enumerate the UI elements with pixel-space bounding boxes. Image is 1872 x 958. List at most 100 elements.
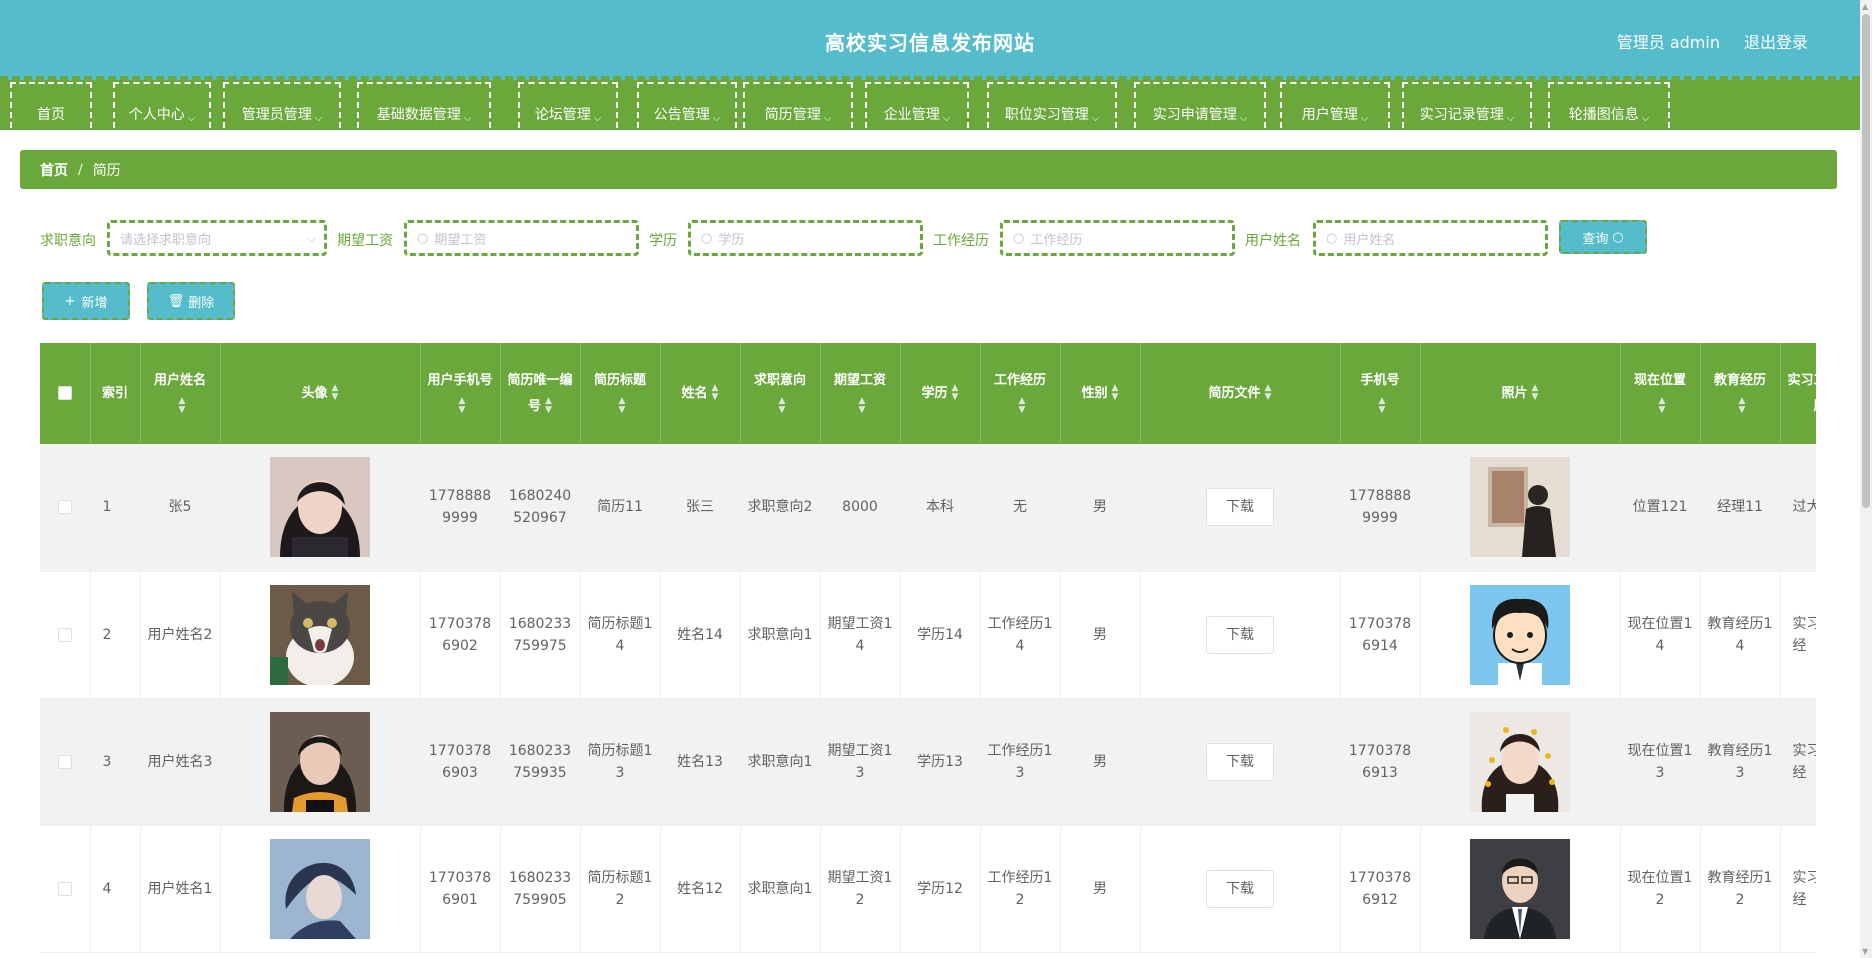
nav-item-forum[interactable]: 论坛管理 ⌵	[518, 82, 618, 128]
edu-input[interactable]: ○ 学历	[688, 220, 923, 256]
download-button[interactable]: 下载	[1206, 869, 1274, 908]
row-checkbox[interactable]	[57, 500, 72, 515]
col-resume-id[interactable]: 简历唯一编号 ▲ ▼	[500, 343, 581, 444]
nav-item-record[interactable]: 实习记录管理 ⌵	[1402, 82, 1532, 128]
nav-item-label: 首页	[37, 107, 65, 123]
sort-icon[interactable]: ▲ ▼	[779, 397, 786, 415]
sort-icon[interactable]: ▲ ▼	[1112, 384, 1119, 402]
col-photo[interactable]: 照片 ▲ ▼	[1420, 343, 1621, 444]
col-resume-title[interactable]: 简历标题 ▲ ▼	[580, 343, 661, 444]
cell-education: 教育经历13	[1700, 698, 1781, 826]
nav-item-company[interactable]: 企业管理 ⌵	[865, 82, 969, 128]
download-button[interactable]: 下载	[1206, 488, 1274, 527]
cell-gender: 男	[1060, 698, 1141, 826]
sort-icon[interactable]: ▲ ▼	[179, 397, 186, 415]
download-button[interactable]: 下载	[1206, 615, 1274, 654]
nav-item-internship-position[interactable]: 职位实习管理 ⌵	[987, 82, 1117, 128]
nav-item-admin[interactable]: 管理员管理 ⌵	[223, 82, 341, 128]
add-button[interactable]: + 新增	[42, 282, 130, 320]
col-location[interactable]: 现在位置 ▲ ▼	[1620, 343, 1701, 444]
col-name[interactable]: 姓名 ▲ ▼	[660, 343, 741, 444]
search-icon: ○	[701, 230, 713, 246]
cell-intent: 求职意向1	[740, 698, 821, 826]
exp-label: 工作经历	[933, 233, 989, 249]
cell-phone: 17703786902	[420, 571, 501, 699]
nav-item-label: 企业管理	[883, 107, 940, 123]
sort-icon[interactable]: ▲ ▼	[545, 397, 552, 415]
col-education[interactable]: 教育经历 ▲ ▼	[1700, 343, 1781, 444]
nav-item-personal[interactable]: 个人中心 ⌵	[113, 82, 211, 128]
sort-icon[interactable]: ▲ ▼	[859, 397, 866, 415]
col-internship[interactable]: 实习工作经历	[1780, 343, 1816, 444]
cell-edu: 学历13	[900, 698, 981, 826]
sort-icon[interactable]: ▲ ▼	[1739, 397, 1746, 415]
row-checkbox[interactable]	[57, 881, 72, 896]
sort-icon[interactable]: ▲ ▼	[1532, 384, 1539, 402]
col-salary[interactable]: 期望工资 ▲ ▼	[820, 343, 901, 444]
sort-icon[interactable]: ▲ ▼	[1659, 397, 1666, 415]
download-button[interactable]: 下载	[1206, 742, 1274, 781]
sort-icon[interactable]: ▲ ▼	[1265, 384, 1272, 402]
nav-item-carousel[interactable]: 轮播图信息 ⌵	[1548, 82, 1670, 128]
col-label: 用户手机号	[427, 372, 493, 388]
search-bar: 求职意向 请选择求职意向 ⌵ 期望工资 ○ 期望工资 学历 ○ 学历 工作经历 …	[40, 220, 1660, 256]
nav-item-resume[interactable]: 简历管理 ⌵	[743, 82, 853, 128]
page-scrollbar[interactable]: ▲ ▼	[1860, 0, 1872, 958]
query-button[interactable]: 查询 ○	[1559, 220, 1647, 254]
scroll-up-icon[interactable]: ▲	[1862, 2, 1868, 11]
cell-gender: 男	[1060, 444, 1141, 572]
intent-select[interactable]: 请选择求职意向 ⌵	[107, 220, 327, 256]
page: 高校实习信息发布网站 管理员 admin 退出登录 首页 个人中心 ⌵ 管理员管理…	[0, 0, 1872, 958]
nav-item-label: 基础数据管理	[376, 107, 461, 123]
scroll-down-icon[interactable]: ▼	[1862, 947, 1868, 956]
cell-education: 教育经历14	[1700, 571, 1781, 699]
sort-icon[interactable]: ▲ ▼	[1019, 397, 1026, 415]
chevron-down-icon: ⌵	[823, 113, 832, 124]
col-gender[interactable]: 性别 ▲ ▼	[1060, 343, 1141, 444]
sort-icon[interactable]: ▲ ▼	[1379, 397, 1386, 415]
site-title: 高校实习信息发布网站	[825, 31, 1035, 55]
cell-exp: 工作经历12	[980, 825, 1061, 953]
cell-phone: 17703786901	[420, 825, 501, 953]
cell-edu: 本科	[900, 444, 981, 572]
select-all-checkbox[interactable]	[57, 386, 72, 400]
scrollbar-thumb[interactable]	[1862, 14, 1870, 508]
nav-item-home[interactable]: 首页	[10, 82, 92, 128]
col-avatar[interactable]: 头像 ▲ ▼	[220, 343, 421, 444]
cell-index: 4	[90, 825, 141, 953]
sort-icon[interactable]: ▲ ▼	[712, 384, 719, 402]
delete-button[interactable]: 🗑 删除	[147, 282, 235, 320]
exp-input[interactable]: ○ 工作经历	[1000, 220, 1235, 256]
col-mobile[interactable]: 手机号 ▲ ▼	[1340, 343, 1421, 444]
nav-item-basic-data[interactable]: 基础数据管理 ⌵	[357, 82, 491, 128]
cell-mobile: 17703786913	[1340, 698, 1421, 826]
logout-link[interactable]: 退出登录	[1744, 29, 1808, 53]
nav-item-user[interactable]: 用户管理 ⌵	[1280, 82, 1390, 128]
col-phone[interactable]: 用户手机号 ▲ ▼	[420, 343, 501, 444]
nav-item-application[interactable]: 实习申请管理 ⌵	[1134, 82, 1266, 128]
nav-item-notice[interactable]: 公告管理 ⌵	[637, 82, 737, 128]
sort-icon[interactable]: ▲ ▼	[952, 384, 959, 402]
trash-icon: 🗑	[167, 293, 185, 309]
col-exp[interactable]: 工作经历 ▲ ▼	[980, 343, 1061, 444]
col-username[interactable]: 用户姓名 ▲ ▼	[140, 343, 221, 444]
col-intent[interactable]: 求职意向 ▲ ▼	[740, 343, 821, 444]
salary-input[interactable]: ○ 期望工资	[404, 220, 639, 256]
cell-edu: 学历14	[900, 571, 981, 699]
cell-photo	[1420, 571, 1621, 699]
col-file[interactable]: 简历文件 ▲ ▼	[1140, 343, 1341, 444]
sort-icon[interactable]: ▲ ▼	[332, 384, 339, 402]
cell-photo	[1420, 698, 1621, 826]
col-label: 工作经历	[993, 372, 1046, 388]
cell-resume-id: 1680233759975	[500, 571, 581, 699]
breadcrumb-home[interactable]: 首页	[40, 160, 68, 180]
row-checkbox[interactable]	[57, 627, 72, 642]
col-edu[interactable]: 学历 ▲ ▼	[900, 343, 981, 444]
nav-item-label: 简历管理	[764, 107, 821, 123]
row-checkbox[interactable]	[57, 754, 72, 769]
name-input[interactable]: ○ 用户姓名	[1313, 220, 1548, 256]
chevron-down-icon: ⌵	[306, 231, 316, 245]
sort-icon[interactable]: ▲ ▼	[619, 397, 626, 415]
breadcrumb: 首页 / 简历	[20, 150, 1837, 189]
sort-icon[interactable]: ▲ ▼	[459, 397, 466, 415]
